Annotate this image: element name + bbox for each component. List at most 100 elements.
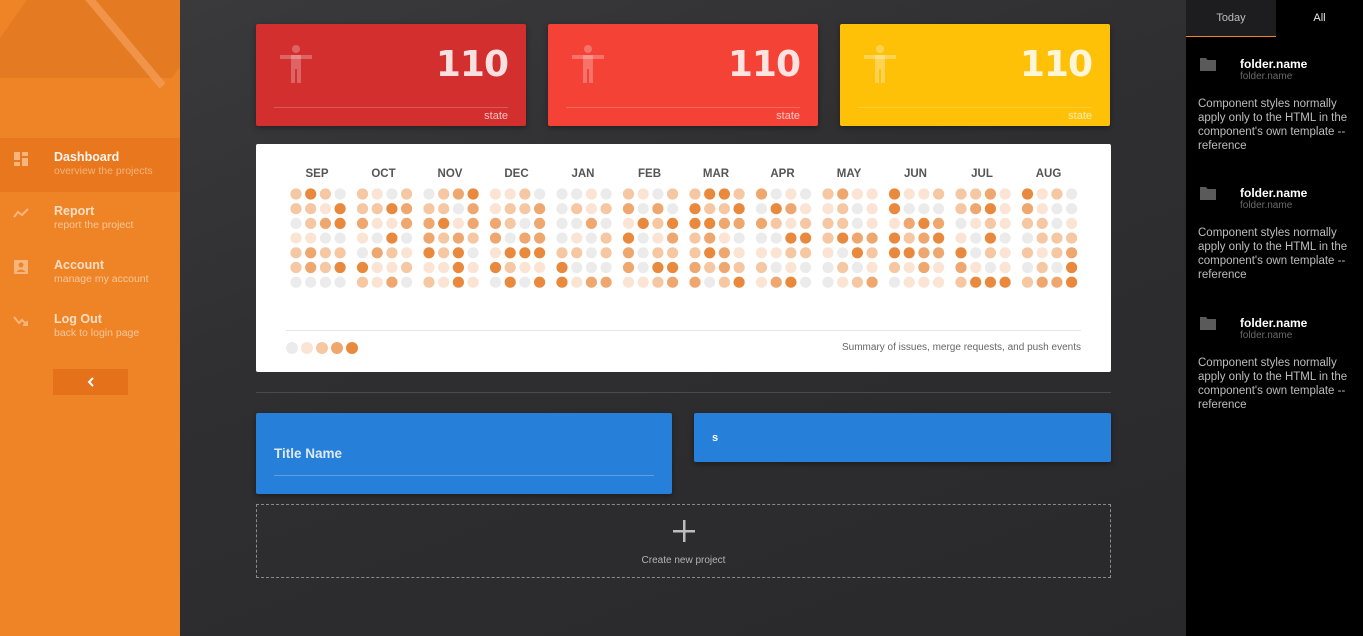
activity-day-dot (718, 188, 730, 200)
project-name-input[interactable] (712, 428, 1092, 448)
sidebar-item-account[interactable]: Account manage my account (0, 246, 180, 300)
activity-day-dot (1066, 203, 1078, 215)
activity-day-dot (556, 247, 568, 259)
activity-day-dot (319, 203, 331, 215)
activity-day-dot (689, 188, 701, 200)
activity-day-dot (423, 276, 435, 288)
activity-day-dot (755, 203, 768, 215)
create-project-button[interactable]: Create new project (256, 504, 1111, 578)
activity-day-dot (334, 261, 346, 274)
activity-day-dot (785, 232, 797, 244)
activity-day-dot (356, 247, 369, 259)
sidebar-item-dashboard[interactable]: Dashboard overview the projects (0, 138, 180, 192)
activity-day-dot (556, 188, 568, 200)
activity-day-dot (305, 188, 317, 200)
activity-day-dot (371, 261, 383, 274)
activity-day-dot (1036, 232, 1048, 244)
activity-day-dot (504, 232, 516, 244)
activity-day-dot (689, 217, 701, 229)
activity-day-dot (970, 188, 982, 200)
legend-swatch (316, 342, 328, 354)
activity-day-dot (1051, 203, 1063, 215)
activity-day-dot (770, 247, 782, 259)
activity-day-dot (290, 188, 302, 200)
activity-panel: Today All folder.name folder.name Compon… (1186, 0, 1363, 636)
activity-day-dot (1066, 217, 1078, 229)
activity-day-dot (319, 232, 331, 244)
activity-day-dot (918, 261, 930, 274)
activity-day-dot (999, 188, 1011, 200)
activity-day-dot (984, 232, 997, 244)
activity-day-dot (1036, 261, 1048, 274)
activity-day-dot (984, 217, 997, 229)
activity-day-dot (504, 276, 516, 288)
activity-day-dot (800, 217, 812, 229)
activity-day-dot (585, 188, 597, 200)
nav-subtitle: report the project (54, 219, 134, 231)
activity-day-dot (903, 276, 915, 288)
activity-day-dot (1066, 232, 1078, 244)
activity-day-dot (622, 203, 635, 215)
trend-icon (13, 208, 29, 218)
project-card[interactable]: Title Name (256, 413, 672, 494)
section-divider (256, 392, 1111, 393)
activity-day-dot (622, 188, 635, 200)
plus-icon (672, 520, 695, 542)
activity-day-dot (401, 261, 413, 274)
activity-day-dot (438, 203, 450, 215)
activity-day-dot (1021, 217, 1034, 229)
activity-day-dot (866, 276, 878, 288)
feed-subname: folder.name (1240, 200, 1293, 211)
activity-day-dot (933, 188, 945, 200)
activity-day-dot (1036, 276, 1048, 288)
activity-day-dot (667, 276, 679, 288)
activity-day-dot (704, 188, 716, 200)
collapse-sidebar-button[interactable] (53, 369, 128, 395)
activity-day-dot (704, 261, 716, 274)
main-content: 110 state 110 state 110 state SEP OCT NOV D… (180, 0, 1186, 636)
activity-day-dot (290, 261, 302, 274)
activity-day-dot (556, 217, 568, 229)
activity-day-dot (571, 261, 583, 274)
activity-day-dot (534, 247, 546, 259)
activity-day-dot (571, 217, 583, 229)
feed-name: folder.name (1240, 186, 1308, 200)
activity-day-dot (585, 247, 597, 259)
stat-value: 110 (435, 44, 509, 85)
activity-heatmap-grid (290, 188, 1078, 288)
activity-day-dot (489, 276, 502, 288)
activity-day-dot (371, 232, 383, 244)
activity-day-dot (984, 247, 997, 259)
activity-day-dot (888, 203, 901, 215)
activity-day-dot (467, 217, 479, 229)
activity-day-dot (918, 217, 930, 229)
activity-day-dot (1066, 188, 1078, 200)
tab-all[interactable]: All (1276, 0, 1363, 37)
activity-day-dot (571, 276, 583, 288)
sidebar-item-report[interactable]: Report report the project (0, 192, 180, 246)
sidebar-item-logout[interactable]: Log Out back to login page (0, 300, 180, 354)
activity-day-dot (733, 217, 745, 229)
activity-day-dot (999, 276, 1011, 288)
activity-day-dot (1066, 247, 1078, 259)
activity-day-dot (319, 217, 331, 229)
activity-day-dot (851, 188, 864, 200)
activity-day-dot (733, 188, 745, 200)
activity-day-dot (800, 203, 812, 215)
activity-day-dot (585, 217, 597, 229)
activity-day-dot (770, 261, 782, 274)
activity-day-dot (955, 203, 967, 215)
activity-day-dot (290, 232, 302, 244)
activity-day-dot (1036, 203, 1048, 215)
tab-today[interactable]: Today (1186, 0, 1276, 37)
activity-day-dot (452, 203, 464, 215)
activity-day-dot (319, 261, 331, 274)
activity-day-dot (837, 217, 849, 229)
activity-day-dot (888, 261, 901, 274)
activity-day-dot (733, 203, 745, 215)
nav-title: Log Out (54, 312, 102, 326)
activity-day-dot (305, 261, 317, 274)
activity-day-dot (386, 261, 398, 274)
activity-day-dot (837, 232, 849, 244)
activity-day-dot (305, 247, 317, 259)
